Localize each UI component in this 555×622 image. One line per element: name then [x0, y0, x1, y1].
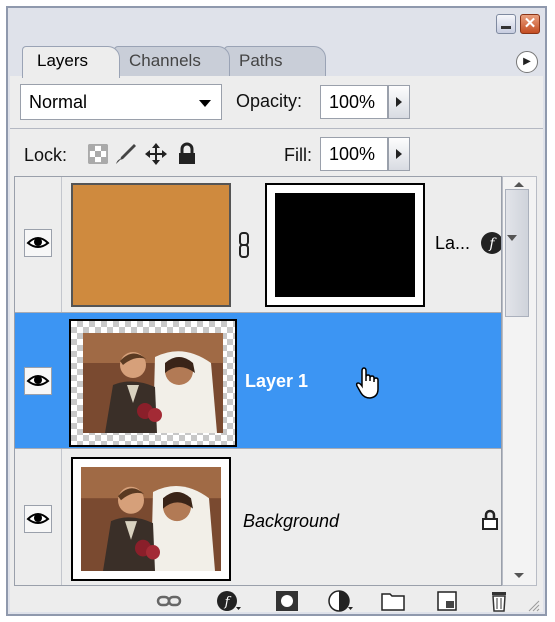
- close-glyph: ✕: [523, 15, 537, 32]
- divider: [10, 128, 543, 129]
- eye-icon: [26, 513, 50, 524]
- resize-grip-icon[interactable]: [526, 598, 540, 612]
- panel-menu-icon[interactable]: ▶: [516, 51, 538, 73]
- divider: [61, 177, 62, 312]
- lock-label: Lock:: [24, 145, 68, 165]
- lock-image-pixels-icon[interactable]: [114, 142, 138, 166]
- fill-input[interactable]: 100%: [320, 137, 388, 171]
- layer-row[interactable]: La... f: [15, 177, 501, 313]
- eye-icon: [26, 375, 50, 386]
- layers-bottom-toolbar: f: [10, 590, 543, 612]
- visibility-toggle[interactable]: [24, 505, 52, 533]
- scroll-down-small-icon: [507, 235, 517, 241]
- mask-fill: [275, 193, 415, 297]
- scrollbar-thumb[interactable]: [505, 189, 529, 317]
- blend-mode-dropdown[interactable]: Normal: [20, 84, 222, 120]
- tab-bar: Paths Channels Layers: [22, 46, 522, 78]
- close-icon[interactable]: ✕: [520, 14, 540, 34]
- delete-layer-icon[interactable]: [486, 590, 512, 612]
- panel-body: Normal Opacity: 100% Lock: Fill: 100% La…: [10, 76, 543, 612]
- layer-thumbnail[interactable]: [69, 319, 237, 447]
- scroll-up-icon[interactable]: [512, 179, 526, 189]
- new-layer-icon[interactable]: [434, 590, 460, 612]
- fill-slider-button[interactable]: [388, 137, 410, 171]
- opacity-input[interactable]: 100%: [320, 85, 388, 119]
- opacity-slider-button[interactable]: [388, 85, 410, 119]
- divider: [61, 449, 62, 585]
- visibility-toggle[interactable]: [24, 367, 52, 395]
- eye-icon: [26, 237, 50, 248]
- new-adjustment-layer-icon[interactable]: [328, 590, 354, 612]
- lock-all-icon[interactable]: [176, 142, 198, 166]
- tab-channels[interactable]: Channels: [114, 46, 230, 76]
- opacity-label: Opacity:: [236, 91, 303, 111]
- new-group-icon[interactable]: [380, 590, 406, 612]
- layer-style-icon[interactable]: f: [216, 590, 242, 612]
- layers-scrollbar[interactable]: [502, 176, 537, 586]
- layer-effects-icon[interactable]: f: [479, 230, 502, 256]
- chevron-down-icon: [199, 100, 211, 107]
- layer-row-selected[interactable]: Layer 1: [15, 313, 501, 449]
- fill-layer-thumbnail[interactable]: [71, 183, 231, 307]
- layer-name[interactable]: Background: [243, 511, 339, 532]
- lock-icon: [482, 509, 498, 530]
- layer-mask-thumbnail[interactable]: [265, 183, 425, 307]
- lock-transparent-pixels-icon[interactable]: [88, 144, 108, 164]
- tab-layers[interactable]: Layers: [22, 46, 120, 78]
- layer-name[interactable]: La...: [435, 233, 470, 254]
- lock-position-icon[interactable]: [144, 142, 168, 166]
- layer-name[interactable]: Layer 1: [245, 371, 308, 392]
- link-layers-icon[interactable]: [156, 590, 182, 612]
- background-thumbnail[interactable]: [71, 457, 231, 581]
- wedding-photo-image: [81, 467, 221, 571]
- hand-cursor-icon: [355, 367, 379, 399]
- blend-mode-value: Normal: [29, 92, 88, 112]
- layer-row[interactable]: Background: [15, 449, 501, 585]
- fill-label: Fill:: [284, 145, 312, 165]
- scroll-down-icon[interactable]: [512, 571, 526, 581]
- layer-mask-icon[interactable]: [274, 590, 300, 612]
- layers-panel: ✕ Paths Channels Layers ▶ Normal Opacity…: [6, 6, 547, 616]
- layers-list: La... f Layer 1 Background: [14, 176, 502, 586]
- visibility-toggle[interactable]: [24, 229, 52, 257]
- wedding-photo-image: [83, 333, 223, 433]
- tab-paths[interactable]: Paths: [224, 46, 326, 76]
- link-chain-icon[interactable]: [237, 232, 251, 258]
- minimize-icon[interactable]: [496, 14, 516, 34]
